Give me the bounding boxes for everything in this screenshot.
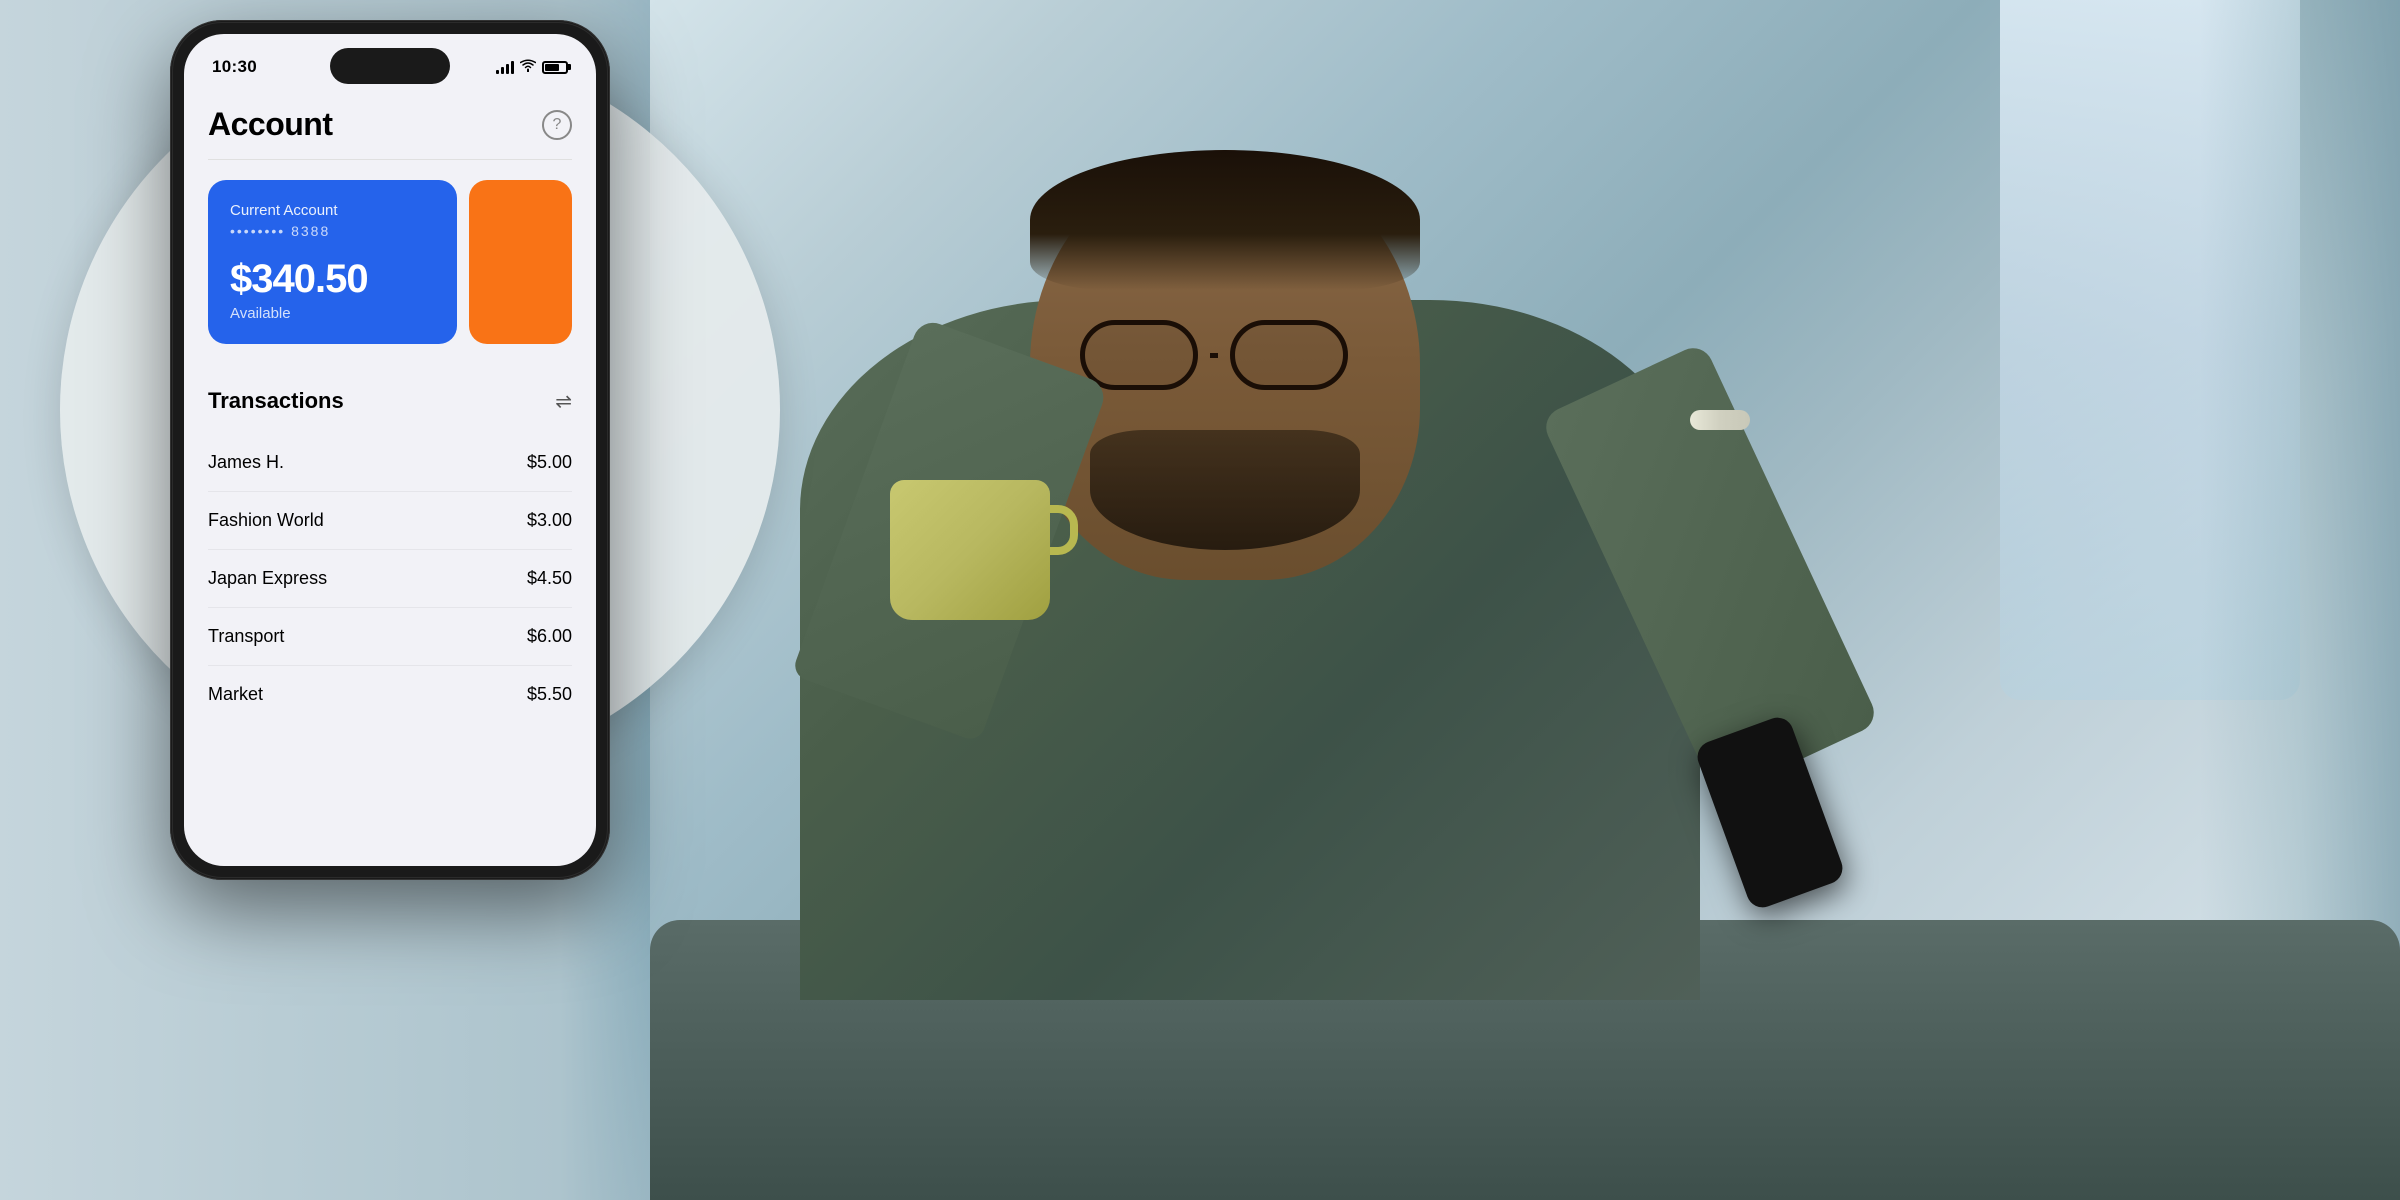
card-number-label: •••••••• 8388 xyxy=(230,223,435,239)
person-beard xyxy=(1090,430,1360,550)
person-glasses xyxy=(1080,320,1360,390)
transaction-name: Market xyxy=(208,684,263,705)
transaction-item[interactable]: Transport $6.00 xyxy=(208,608,572,666)
card-available-label: Available xyxy=(230,305,435,322)
phone-screen: 10:30 xyxy=(184,34,596,866)
person-head xyxy=(1030,150,1420,580)
signal-icon xyxy=(496,60,514,74)
glasses-left-lens xyxy=(1080,320,1198,390)
wifi-icon xyxy=(520,59,536,75)
transaction-item[interactable]: Market $5.50 xyxy=(208,666,572,723)
transaction-name: James H. xyxy=(208,452,284,473)
transactions-header: Transactions ⇌ xyxy=(208,372,572,434)
transaction-item[interactable]: Fashion World $3.00 xyxy=(208,492,572,550)
right-panel xyxy=(650,0,2400,1200)
person-hair xyxy=(1030,150,1420,290)
help-button[interactable]: ? xyxy=(542,110,572,140)
transaction-name: Transport xyxy=(208,626,284,647)
account-card-primary[interactable]: Current Account •••••••• 8388 $340.50 Av… xyxy=(208,180,457,344)
cards-container: Current Account •••••••• 8388 $340.50 Av… xyxy=(208,180,572,344)
signal-bar-2 xyxy=(501,67,504,74)
dynamic-island xyxy=(330,48,450,84)
glasses-bridge xyxy=(1210,353,1218,358)
app-content: Account ? Current Account •••••••• 8388 … xyxy=(184,86,596,723)
battery-icon xyxy=(542,61,568,74)
status-icons xyxy=(496,59,568,75)
battery-fill xyxy=(545,64,559,71)
signal-bar-4 xyxy=(511,61,514,74)
glasses-right-lens xyxy=(1230,320,1348,390)
card-balance-amount: $340.50 xyxy=(230,259,435,299)
transaction-item[interactable]: Japan Express $4.50 xyxy=(208,550,572,608)
help-icon: ? xyxy=(553,116,562,134)
person-mug xyxy=(890,480,1050,620)
transaction-amount: $5.00 xyxy=(527,452,572,473)
phone-frame: 10:30 xyxy=(170,20,610,880)
transaction-list: James H. $5.00 Fashion World $3.00 Japan… xyxy=(208,434,572,723)
signal-bar-1 xyxy=(496,70,499,74)
transaction-item[interactable]: James H. $5.00 xyxy=(208,434,572,492)
transactions-title: Transactions xyxy=(208,388,344,414)
phone-wrapper: 10:30 xyxy=(170,20,610,880)
transaction-name: Fashion World xyxy=(208,510,324,531)
card-type-label: Current Account xyxy=(230,202,435,219)
app-header: Account ? xyxy=(208,86,572,160)
status-time: 10:30 xyxy=(212,57,257,77)
transaction-amount: $3.00 xyxy=(527,510,572,531)
filter-icon[interactable]: ⇌ xyxy=(555,389,572,414)
photo-background xyxy=(650,0,2400,1200)
transaction-amount: $5.50 xyxy=(527,684,572,705)
person-silhouette xyxy=(750,150,1850,1000)
page-title: Account xyxy=(208,106,333,143)
person-bracelet xyxy=(1690,410,1750,430)
account-card-secondary[interactable] xyxy=(469,180,572,344)
signal-bar-3 xyxy=(506,64,509,74)
transaction-name: Japan Express xyxy=(208,568,327,589)
transaction-amount: $6.00 xyxy=(527,626,572,647)
battery-tip xyxy=(568,64,571,70)
transaction-amount: $4.50 xyxy=(527,568,572,589)
